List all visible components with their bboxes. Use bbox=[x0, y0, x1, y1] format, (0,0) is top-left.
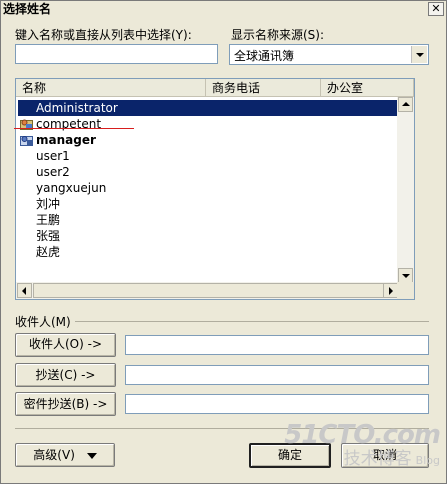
group-divider bbox=[75, 321, 429, 322]
vertical-scrollbar[interactable] bbox=[397, 97, 414, 283]
list-item-label: user1 bbox=[36, 149, 70, 163]
bcc-button-label: 密件抄送(B) -> bbox=[23, 397, 108, 411]
site-watermark: 51CTO.com 技术博客 Blog bbox=[284, 420, 441, 471]
chevron-down-icon[interactable] bbox=[411, 46, 427, 63]
column-header-business-phone[interactable]: 商务电话 bbox=[206, 79, 321, 97]
list-item[interactable]: manager bbox=[18, 132, 414, 148]
source-selected-value: 全球通讯簿 bbox=[234, 49, 295, 63]
chevron-down-icon bbox=[86, 452, 97, 459]
list-item-label: user2 bbox=[36, 165, 70, 179]
list-item-label: 赵虎 bbox=[36, 245, 61, 259]
scrollbar-corner bbox=[397, 282, 414, 299]
search-label: 键入名称或直接从列表中选择(Y): bbox=[15, 28, 192, 42]
to-button-label: 收件人(O) -> bbox=[28, 337, 102, 351]
to-button[interactable]: 收件人(O) -> bbox=[15, 333, 116, 357]
list-header: 名称 商务电话 办公室 bbox=[16, 79, 414, 97]
names-list[interactable]: 名称 商务电话 办公室 Administrator competent mana… bbox=[15, 78, 415, 300]
list-item-label: manager bbox=[36, 133, 96, 147]
list-item[interactable]: competent bbox=[18, 116, 414, 132]
close-icon[interactable]: ✕ bbox=[428, 2, 444, 16]
contact-icon bbox=[20, 134, 33, 146]
cc-button-label: 抄送(C) -> bbox=[35, 368, 96, 382]
watermark-logo-text: 51CTO.com bbox=[284, 420, 441, 450]
scroll-left-icon[interactable] bbox=[17, 283, 32, 298]
annotation-underline bbox=[14, 128, 134, 129]
list-item[interactable]: 赵虎 bbox=[18, 244, 414, 260]
list-item[interactable]: user2 bbox=[18, 164, 414, 180]
scroll-up-icon[interactable] bbox=[398, 97, 413, 112]
bcc-field[interactable] bbox=[125, 394, 429, 414]
cc-button[interactable]: 抄送(C) -> bbox=[15, 363, 116, 387]
horizontal-scrollbar[interactable] bbox=[16, 282, 399, 299]
dialog-title: 选择姓名 bbox=[3, 2, 52, 16]
column-header-name[interactable]: 名称 bbox=[16, 79, 206, 97]
cc-field[interactable] bbox=[125, 365, 429, 385]
source-label: 显示名称来源(S): bbox=[231, 28, 325, 42]
list-item-label: competent bbox=[36, 117, 102, 131]
list-item[interactable]: Administrator bbox=[18, 100, 414, 116]
watermark-blog: Blog bbox=[415, 454, 440, 467]
list-item[interactable]: 张强 bbox=[18, 228, 414, 244]
advanced-button-label: 高级(V) bbox=[33, 448, 75, 462]
to-field[interactable] bbox=[125, 335, 429, 355]
source-dropdown[interactable]: 全球通讯簿 bbox=[229, 44, 429, 65]
scroll-down-icon[interactable] bbox=[398, 268, 413, 283]
list-item[interactable]: 刘冲 bbox=[18, 196, 414, 212]
list-item[interactable]: user1 bbox=[18, 148, 414, 164]
select-names-dialog: 选择姓名 ✕ 键入名称或直接从列表中选择(Y): 显示名称来源(S): 全球通讯… bbox=[0, 0, 447, 484]
list-item[interactable]: yangxuejun bbox=[18, 180, 414, 196]
list-item-label: 刘冲 bbox=[36, 197, 61, 211]
column-header-office[interactable]: 办公室 bbox=[321, 79, 414, 97]
scroll-right-icon[interactable] bbox=[383, 283, 398, 298]
list-item-label: Administrator bbox=[36, 101, 118, 115]
list-item-label: yangxuejun bbox=[36, 181, 107, 195]
list-item[interactable]: 王鹏 bbox=[18, 212, 414, 228]
recipients-group-label: 收件人(M) bbox=[15, 315, 71, 329]
horizontal-scroll-thumb[interactable] bbox=[33, 283, 395, 298]
bcc-button[interactable]: 密件抄送(B) -> bbox=[15, 392, 116, 416]
title-bar: 选择姓名 ✕ bbox=[1, 1, 446, 17]
search-input[interactable] bbox=[15, 44, 218, 64]
watermark-subtitle: 技术博客 bbox=[343, 449, 412, 469]
advanced-button[interactable]: 高级(V) bbox=[15, 443, 115, 467]
list-item-label: 王鹏 bbox=[36, 213, 61, 227]
list-item-label: 张强 bbox=[36, 229, 61, 243]
